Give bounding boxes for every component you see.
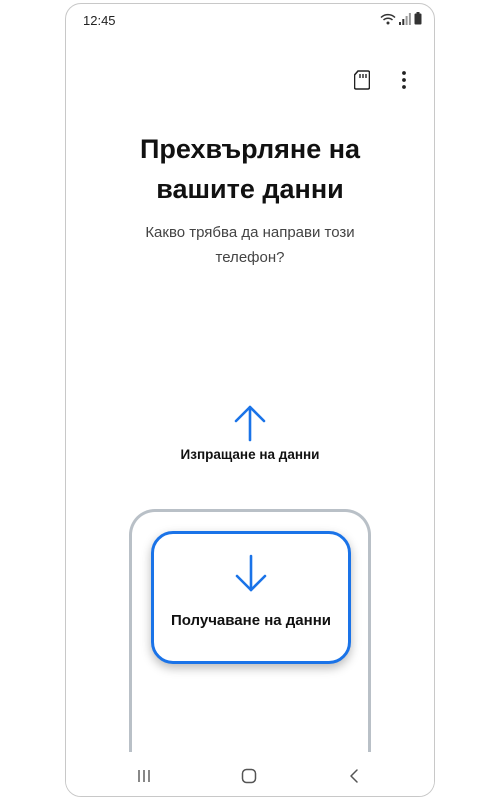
send-data-label: Изпращане на данни xyxy=(180,447,320,462)
battery-icon xyxy=(414,12,422,30)
page-subtitle: Какво трябва да направи този телефон? xyxy=(106,220,394,270)
receive-data-label: Получаване на данни xyxy=(170,612,331,629)
more-options-icon[interactable] xyxy=(392,68,416,92)
phone-frame: 12:45 Прехвърляне на вашите данни Какво … xyxy=(65,3,435,797)
status-bar: 12:45 xyxy=(66,4,434,36)
recents-icon[interactable] xyxy=(130,766,158,786)
send-data-option[interactable]: Изпращане на данни xyxy=(126,399,374,479)
home-icon[interactable] xyxy=(235,766,263,786)
navigation-bar xyxy=(66,752,434,796)
page-title-line-1: Прехвърляне на xyxy=(139,134,361,164)
sd-card-icon[interactable] xyxy=(350,68,374,92)
status-icons xyxy=(380,12,422,30)
signal-icon xyxy=(399,12,411,30)
arrow-down-icon xyxy=(234,554,268,599)
page-title-line-2: вашите данни xyxy=(156,174,344,204)
receive-data-option[interactable]: Получаване на данни xyxy=(151,531,351,664)
status-time: 12:45 xyxy=(83,13,116,28)
page-subtitle-line-2: телефон? xyxy=(215,249,285,266)
page-title: Прехвърляне на вашите данни xyxy=(66,129,434,209)
wifi-icon xyxy=(380,12,396,30)
page-subtitle-line-1: Какво трябва да направи този xyxy=(145,224,355,241)
arrow-up-icon xyxy=(233,404,267,447)
back-icon[interactable] xyxy=(340,766,368,786)
top-actions xyxy=(350,68,416,92)
